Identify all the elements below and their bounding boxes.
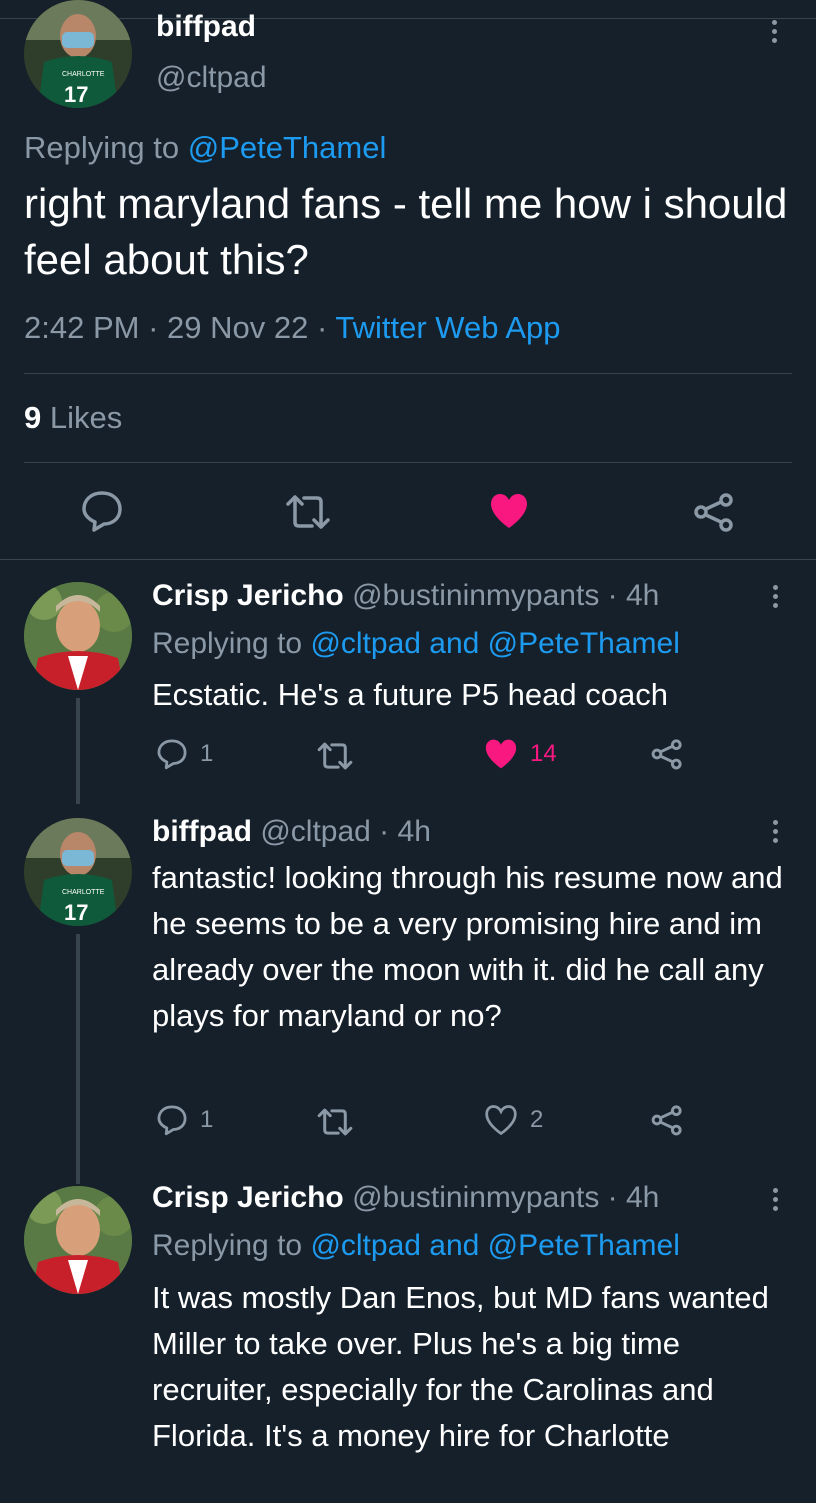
retweet-icon bbox=[317, 742, 353, 770]
reply-button[interactable]: 1 bbox=[156, 738, 213, 770]
share-button[interactable] bbox=[650, 1104, 684, 1136]
meta-separator: · bbox=[599, 579, 626, 612]
display-name[interactable]: biffpad bbox=[152, 815, 252, 848]
tweet-header: Crisp Jericho @bustininmypants · 4h bbox=[152, 578, 659, 614]
tweet-text: fantastic! looking through his resume no… bbox=[152, 860, 783, 1033]
mention-link[interactable]: @PeteThamel bbox=[188, 130, 387, 165]
user-handle[interactable]: @bustininmypants bbox=[352, 579, 599, 612]
display-name[interactable]: Crisp Jericho bbox=[152, 1181, 344, 1214]
tweet-header: Crisp Jericho @bustininmypants · 4h bbox=[152, 1180, 659, 1216]
meta-separator: · bbox=[148, 310, 168, 345]
svg-text:CHARLOTTE: CHARLOTTE bbox=[62, 889, 105, 896]
retweet-button[interactable] bbox=[284, 492, 332, 532]
like-count: 14 bbox=[530, 740, 557, 767]
replying-to: Replying to @PeteThamel bbox=[24, 128, 386, 168]
reply-button[interactable]: 1 bbox=[156, 1104, 213, 1136]
tweet-time[interactable]: 4h bbox=[626, 579, 659, 612]
reply-count: 1 bbox=[200, 1106, 214, 1133]
like-count: 2 bbox=[530, 1106, 544, 1133]
display-name[interactable]: Crisp Jericho bbox=[152, 579, 344, 612]
more-options-icon[interactable] bbox=[771, 820, 779, 843]
share-button[interactable] bbox=[650, 738, 684, 770]
avatar[interactable] bbox=[24, 1186, 132, 1294]
reply-icon bbox=[82, 491, 122, 532]
tweet-text: right maryland fans - tell me how i shou… bbox=[24, 180, 788, 283]
replying-to: Replying to @cltpad and @PeteThamel bbox=[152, 1228, 680, 1264]
meta-separator: · bbox=[370, 815, 398, 848]
tweet-text: It was mostly Dan Enos, but MD fans want… bbox=[152, 1280, 769, 1453]
retweet-button[interactable] bbox=[316, 1106, 354, 1138]
divider bbox=[24, 462, 792, 463]
tweet-time[interactable]: 4h bbox=[626, 1181, 659, 1214]
likes-count: 9 bbox=[24, 400, 42, 435]
tweet-client[interactable]: Twitter Web App bbox=[335, 310, 560, 345]
likes-label: Likes bbox=[49, 400, 123, 435]
share-button[interactable] bbox=[692, 492, 736, 532]
share-icon bbox=[651, 1105, 682, 1136]
reply-icon bbox=[157, 1105, 187, 1136]
meta-separator: · bbox=[599, 1181, 626, 1214]
avatar[interactable]: CHARLOTTE 17 bbox=[24, 818, 132, 926]
like-button[interactable]: 2 bbox=[484, 1104, 543, 1136]
tweet-date[interactable]: 29 Nov 22 bbox=[167, 310, 308, 345]
tweet-meta: 2:42 PM · 29 Nov 22 · Twitter Web App bbox=[24, 308, 561, 348]
share-icon bbox=[651, 739, 682, 770]
heart-icon bbox=[491, 494, 527, 528]
heart-outline-icon bbox=[485, 1105, 517, 1136]
top-divider bbox=[0, 18, 816, 19]
more-options-icon[interactable] bbox=[770, 20, 778, 43]
avatar[interactable]: CHARLOTTE 17 bbox=[24, 0, 132, 108]
svg-text:17: 17 bbox=[64, 82, 88, 107]
tweet-text: Ecstatic. He's a future P5 head coach bbox=[152, 677, 668, 712]
tweet-time[interactable]: 4h bbox=[398, 815, 431, 848]
heart-icon bbox=[485, 739, 517, 769]
section-divider bbox=[0, 559, 816, 560]
mention-link[interactable]: @cltpad and @PeteThamel bbox=[310, 627, 679, 660]
replying-prefix: Replying to bbox=[152, 1229, 311, 1262]
meta-separator: · bbox=[316, 310, 336, 345]
more-options-icon[interactable] bbox=[771, 585, 779, 608]
avatar[interactable] bbox=[24, 582, 132, 690]
display-name[interactable]: biffpad bbox=[156, 12, 256, 42]
user-handle[interactable]: @cltpad bbox=[260, 815, 371, 848]
retweet-icon bbox=[317, 1108, 353, 1136]
retweet-button[interactable] bbox=[316, 740, 354, 772]
retweet-icon bbox=[286, 495, 330, 529]
like-button[interactable] bbox=[489, 492, 529, 530]
tweet-header: biffpad @cltpad · 4h bbox=[152, 814, 431, 850]
reply-icon bbox=[157, 739, 187, 770]
mention-link[interactable]: @cltpad and @PeteThamel bbox=[310, 1229, 679, 1262]
like-button[interactable]: 14 bbox=[484, 738, 557, 770]
user-handle[interactable]: @bustininmypants bbox=[352, 1181, 599, 1214]
tweet-time[interactable]: 2:42 PM bbox=[24, 310, 139, 345]
divider bbox=[24, 373, 792, 374]
more-options-icon[interactable] bbox=[771, 1188, 779, 1211]
replying-prefix: Replying to bbox=[152, 627, 311, 660]
svg-text:CHARLOTTE: CHARLOTTE bbox=[62, 71, 105, 78]
share-icon bbox=[694, 493, 733, 532]
thread-line bbox=[76, 698, 80, 804]
reply-count: 1 bbox=[200, 740, 214, 767]
replying-to: Replying to @cltpad and @PeteThamel bbox=[152, 626, 680, 662]
thread-line bbox=[76, 934, 80, 1184]
reply-button[interactable] bbox=[80, 490, 124, 532]
likes-summary[interactable]: 9 Likes bbox=[24, 398, 122, 438]
replying-prefix: Replying to bbox=[24, 130, 188, 165]
user-handle[interactable]: @cltpad bbox=[156, 60, 267, 96]
svg-text:17: 17 bbox=[64, 900, 88, 925]
